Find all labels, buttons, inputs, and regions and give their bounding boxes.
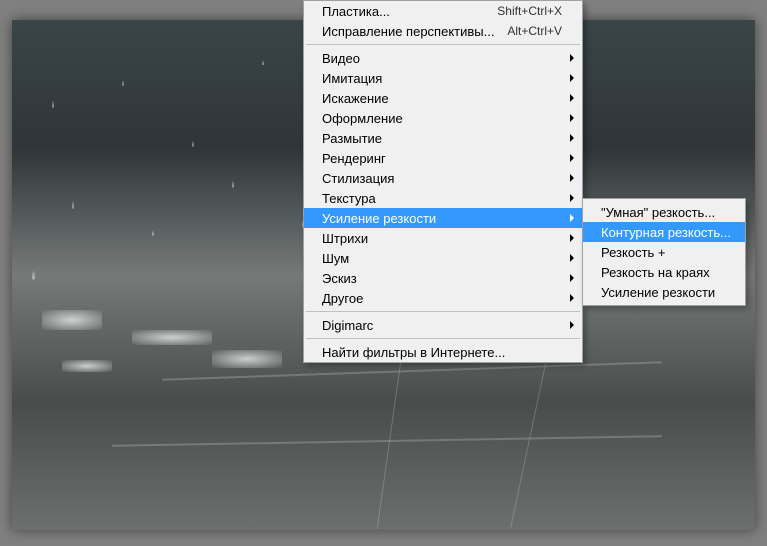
menu-item[interactable]: Исправление перспективы...Alt+Ctrl+V <box>304 21 582 41</box>
submenu-item-label: Резкость + <box>601 245 733 260</box>
chevron-right-icon <box>570 214 574 222</box>
menu-item-shortcut: Shift+Ctrl+X <box>497 4 562 18</box>
submenu-item-label: Резкость на краях <box>601 265 733 280</box>
submenu-item[interactable]: Усиление резкости <box>583 282 745 302</box>
menu-item[interactable]: Текстура <box>304 188 582 208</box>
menu-item[interactable]: Рендеринг <box>304 148 582 168</box>
submenu-item-label: "Умная" резкость... <box>601 205 733 220</box>
chevron-right-icon <box>570 94 574 102</box>
menu-item-label: Текстура <box>322 191 562 206</box>
menu-item[interactable]: Digimarc <box>304 315 582 335</box>
chevron-right-icon <box>570 154 574 162</box>
menu-item-label: Усиление резкости <box>322 211 562 226</box>
menu-item-label: Другое <box>322 291 562 306</box>
menu-item[interactable]: Имитация <box>304 68 582 88</box>
menu-item-label: Исправление перспективы... <box>322 24 507 39</box>
chevron-right-icon <box>570 294 574 302</box>
filter-menu: Пластика...Shift+Ctrl+XИсправление персп… <box>303 0 583 363</box>
menu-item[interactable]: Штрихи <box>304 228 582 248</box>
menu-item-label: Видео <box>322 51 562 66</box>
submenu-item[interactable]: Резкость + <box>583 242 745 262</box>
menu-item-label: Стилизация <box>322 171 562 186</box>
menu-separator <box>306 338 580 339</box>
menu-item[interactable]: Оформление <box>304 108 582 128</box>
chevron-right-icon <box>570 274 574 282</box>
chevron-right-icon <box>570 174 574 182</box>
menu-item-label: Искажение <box>322 91 562 106</box>
chevron-right-icon <box>570 54 574 62</box>
submenu-item-label: Усиление резкости <box>601 285 733 300</box>
menu-item[interactable]: Шум <box>304 248 582 268</box>
menu-item[interactable]: Искажение <box>304 88 582 108</box>
submenu-item-label: Контурная резкость... <box>601 225 733 240</box>
menu-item-label: Digimarc <box>322 318 562 333</box>
menu-item[interactable]: Найти фильтры в Интернете... <box>304 342 582 362</box>
menu-item-label: Пластика... <box>322 4 497 19</box>
menu-item-label: Имитация <box>322 71 562 86</box>
submenu-item[interactable]: Контурная резкость... <box>583 222 745 242</box>
menu-item[interactable]: Видео <box>304 48 582 68</box>
menu-item-label: Эскиз <box>322 271 562 286</box>
chevron-right-icon <box>570 234 574 242</box>
chevron-right-icon <box>570 114 574 122</box>
menu-item-label: Размытие <box>322 131 562 146</box>
chevron-right-icon <box>570 254 574 262</box>
chevron-right-icon <box>570 194 574 202</box>
menu-item-label: Оформление <box>322 111 562 126</box>
menu-item[interactable]: Усиление резкости <box>304 208 582 228</box>
menu-item[interactable]: Эскиз <box>304 268 582 288</box>
menu-separator <box>306 311 580 312</box>
menu-item[interactable]: Размытие <box>304 128 582 148</box>
sharpen-submenu: "Умная" резкость... Контурная резкость...… <box>582 198 746 306</box>
menu-item-label: Шум <box>322 251 562 266</box>
menu-item[interactable]: Стилизация <box>304 168 582 188</box>
chevron-right-icon <box>570 321 574 329</box>
submenu-item[interactable]: "Умная" резкость... <box>583 202 745 222</box>
menu-item-shortcut: Alt+Ctrl+V <box>507 24 562 38</box>
chevron-right-icon <box>570 74 574 82</box>
menu-item[interactable]: Пластика...Shift+Ctrl+X <box>304 1 582 21</box>
menu-item[interactable]: Другое <box>304 288 582 308</box>
menu-item-label: Штрихи <box>322 231 562 246</box>
menu-separator <box>306 44 580 45</box>
chevron-right-icon <box>570 134 574 142</box>
menu-item-label: Рендеринг <box>322 151 562 166</box>
menu-item-label: Найти фильтры в Интернете... <box>322 345 562 360</box>
submenu-item[interactable]: Резкость на краях <box>583 262 745 282</box>
